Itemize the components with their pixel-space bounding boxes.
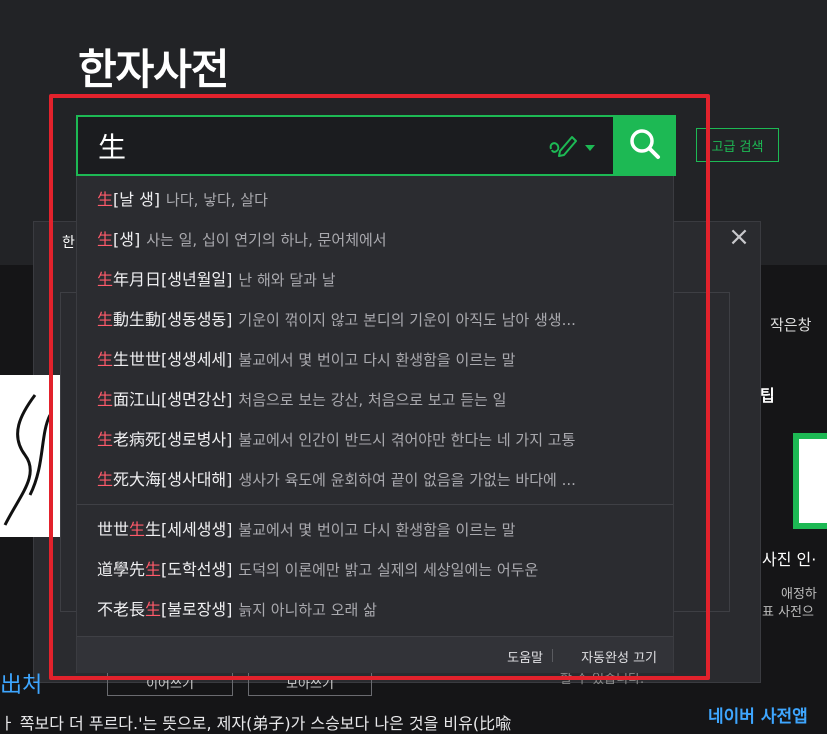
page-title: 한자사전: [78, 45, 230, 94]
close-icon[interactable]: ×: [727, 224, 751, 250]
small-window-link[interactable]: 작은창: [770, 314, 811, 335]
background-tip-image: [793, 433, 827, 529]
favorite-text: 애정하: [781, 587, 817, 602]
highlight-annotation-frame: [49, 94, 710, 680]
naver-dictionary-app-link[interactable]: 네이버 사전앱: [708, 702, 808, 727]
representative-text: 표 사전으: [762, 605, 814, 620]
tip-heading: 팁: [760, 386, 775, 405]
background-chars: 出처: [0, 673, 43, 698]
photo-info-text: 사진 인·: [762, 550, 817, 569]
background-definition-text: ㅏ 쪽보다 더 푸르다.'는 뜻으로, 제자(弟子)가 스승보다 나은 것을 비…: [0, 714, 512, 733]
